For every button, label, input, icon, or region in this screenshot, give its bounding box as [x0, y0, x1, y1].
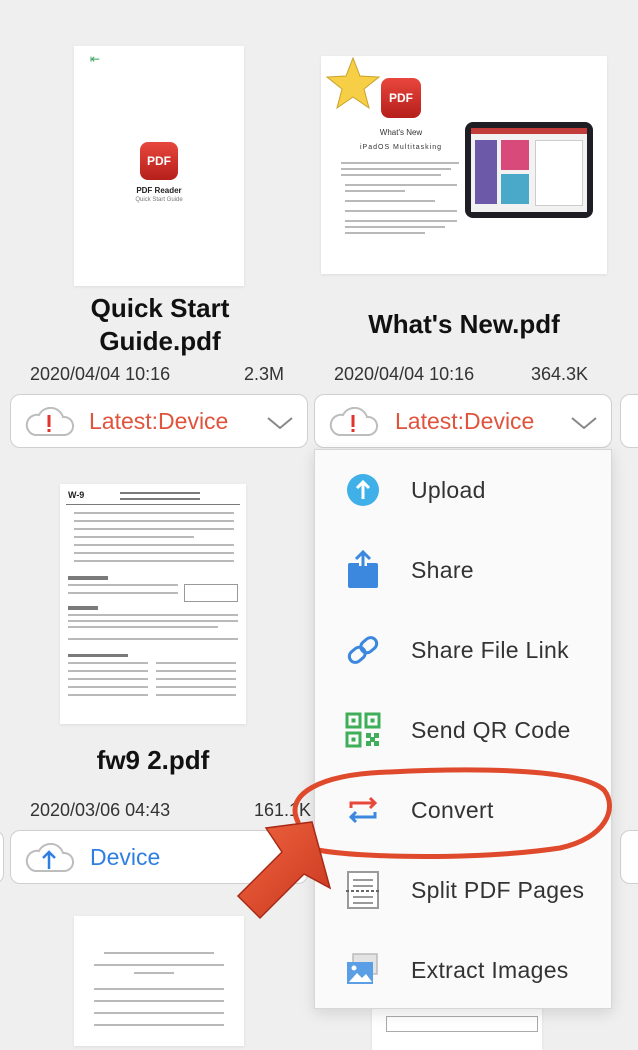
menu-item-label: Extract Images	[411, 956, 569, 983]
chevron-down-icon	[571, 417, 597, 430]
file-thumbnail-quick-start[interactable]: ⇤ PDF PDF Reader Quick Start Guide	[74, 46, 244, 286]
chevron-down-icon	[267, 417, 293, 430]
extract-images-icon	[343, 950, 383, 990]
file-date: 2020/04/04 10:16	[30, 364, 171, 384]
menu-item-share-file-link[interactable]: Share File Link	[315, 610, 611, 690]
file-thumbnail-partial[interactable]	[74, 916, 244, 1046]
menu-item-send-qr-code[interactable]: Send QR Code	[315, 690, 611, 770]
tablet-screenshot	[465, 122, 593, 218]
file-name[interactable]: What's New.pdf	[314, 308, 614, 341]
sync-status-label: Device	[90, 843, 161, 870]
file-size: 2.3M	[244, 364, 285, 384]
file-name[interactable]: fw9 2.pdf	[53, 744, 253, 777]
file-name-line: fw9 2.pdf	[96, 745, 210, 775]
menu-item-share[interactable]: Share	[315, 530, 611, 610]
link-icon	[343, 630, 383, 670]
pdf-app-icon: PDF	[381, 78, 421, 118]
menu-item-label: Upload	[411, 476, 486, 503]
file-date: 2020/03/06 04:43	[30, 800, 171, 820]
file-thumbnail-whats-new[interactable]: PDF What's New iPadOS Multitasking	[321, 56, 607, 274]
file-name[interactable]: Quick Start Guide.pdf	[60, 292, 260, 358]
cloud-upload-icon	[25, 843, 74, 872]
menu-item-split-pdf-pages[interactable]: Split PDF Pages	[315, 850, 611, 930]
back-arrow-icon: ⇤	[90, 52, 101, 66]
menu-item-upload[interactable]: Upload	[315, 450, 611, 530]
qr-code-icon	[343, 710, 383, 750]
thumb-subheading: iPadOS Multitasking	[359, 144, 443, 151]
menu-item-label: Split PDF Pages	[411, 876, 585, 903]
file-name-line: What's New.pdf	[368, 309, 560, 339]
thumb-title: PDF Reader	[136, 186, 182, 195]
form-number: W-9	[68, 490, 85, 500]
sync-status-dropdown-partial[interactable]	[0, 830, 4, 884]
menu-item-label: Send QR Code	[411, 716, 571, 743]
favorite-star-icon	[325, 56, 381, 110]
file-action-menu: Upload Share Share File Link Send QR Cod…	[314, 449, 612, 1009]
sync-status-dropdown-partial[interactable]	[620, 394, 638, 448]
menu-item-label: Share File Link	[411, 636, 569, 663]
cloud-warning-icon	[25, 407, 74, 436]
menu-item-extract-images[interactable]: Extract Images	[315, 930, 611, 1010]
sync-status-dropdown-partial[interactable]	[620, 830, 638, 884]
sync-status-dropdown[interactable]: Latest:Device	[314, 394, 612, 448]
file-size: 364.3K	[531, 364, 589, 384]
file-thumbnail-fw9[interactable]: W-9	[60, 484, 246, 724]
thumb-heading: What's New	[379, 128, 423, 137]
sync-status-dropdown[interactable]: Latest:Device	[10, 394, 308, 448]
thumb-subtitle: Quick Start Guide	[135, 197, 183, 203]
menu-item-label: Share	[411, 556, 474, 583]
upload-icon	[343, 470, 383, 510]
pointer-arrow-icon	[236, 821, 332, 920]
cloud-warning-icon	[329, 407, 378, 436]
sync-status-label: Latest:Device	[89, 407, 229, 434]
file-name-line: Quick Start	[90, 293, 230, 323]
share-icon	[343, 550, 383, 590]
pdf-app-icon: PDF	[140, 142, 178, 180]
file-date: 2020/04/04 10:16	[334, 364, 475, 384]
split-pages-icon	[343, 870, 383, 910]
file-name-line: Guide.pdf	[99, 326, 221, 356]
sync-status-label: Latest:Device	[395, 407, 535, 434]
